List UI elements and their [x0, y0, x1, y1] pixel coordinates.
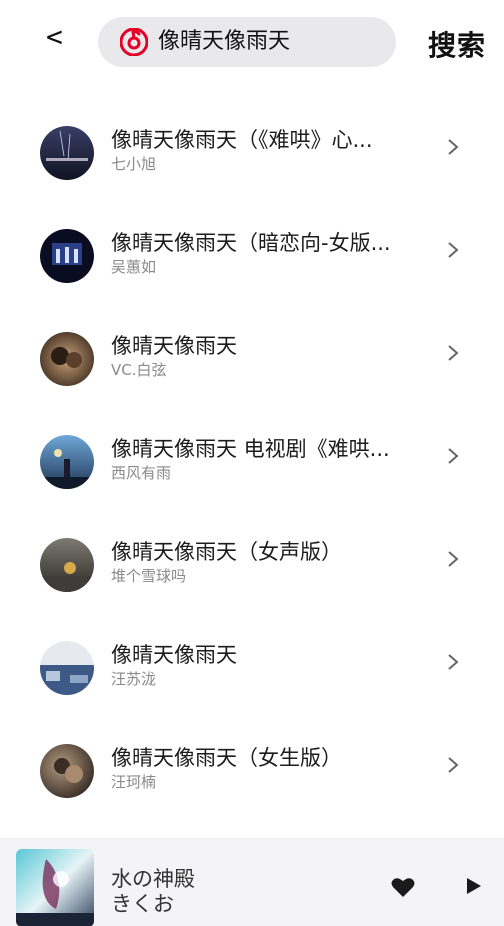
- search-button[interactable]: 搜索: [428, 24, 486, 64]
- album-cover: [40, 744, 94, 798]
- list-item[interactable]: 像晴天像雨天 汪苏泷: [0, 615, 504, 718]
- play-icon[interactable]: [462, 875, 484, 897]
- heart-icon[interactable]: [390, 875, 416, 899]
- song-title: 像晴天像雨天: [111, 334, 237, 358]
- song-artist: 吴蕙如: [111, 258, 157, 276]
- album-cover: [40, 641, 94, 695]
- album-cover: [40, 126, 94, 180]
- album-cover: [40, 332, 94, 386]
- search-input[interactable]: 像晴天像雨天: [98, 17, 396, 67]
- chevron-right-icon[interactable]: [444, 136, 462, 158]
- song-title: 像晴天像雨天（暗恋向-女版...: [111, 231, 391, 255]
- back-button[interactable]: <: [46, 20, 76, 54]
- song-title: 像晴天像雨天 电视剧《难哄...: [111, 437, 390, 461]
- list-item[interactable]: 像晴天像雨天 电视剧《难哄... 西风有雨: [0, 409, 504, 512]
- chevron-right-icon[interactable]: [444, 342, 462, 364]
- song-title: 像晴天像雨天（女声版）: [111, 540, 342, 564]
- search-value[interactable]: 像晴天像雨天: [158, 17, 290, 67]
- album-cover: [40, 435, 94, 489]
- song-artist: 七小旭: [111, 155, 157, 173]
- song-title: 像晴天像雨天: [111, 643, 237, 667]
- song-artist: 堆个雪球吗: [111, 567, 187, 585]
- album-cover: [40, 229, 94, 283]
- chevron-right-icon[interactable]: [444, 445, 462, 467]
- song-artist: 西风有雨: [111, 464, 172, 482]
- now-playing-artist: きくお: [111, 892, 174, 916]
- song-artist: 汪珂楠: [111, 773, 157, 791]
- song-title: 像晴天像雨天（《难哄》心...: [111, 128, 373, 152]
- chevron-right-icon[interactable]: [444, 548, 462, 570]
- list-item[interactable]: 像晴天像雨天（《难哄》心... 七小旭: [0, 100, 504, 203]
- song-title: 像晴天像雨天（女生版）: [111, 746, 342, 770]
- now-playing-cover[interactable]: [16, 849, 94, 926]
- netease-music-icon: [120, 28, 148, 56]
- list-item[interactable]: 像晴天像雨天（暗恋向-女版... 吴蕙如: [0, 203, 504, 306]
- song-artist: VC.白弦: [111, 361, 167, 379]
- list-item[interactable]: 像晴天像雨天 VC.白弦: [0, 306, 504, 409]
- top-bar: < 像晴天像雨天 搜索: [0, 0, 504, 80]
- chevron-right-icon[interactable]: [444, 651, 462, 673]
- song-artist: 汪苏泷: [111, 670, 157, 688]
- mini-player[interactable]: 水の神殿 きくお: [0, 838, 504, 926]
- list-item[interactable]: 像晴天像雨天（女声版） 堆个雪球吗: [0, 512, 504, 615]
- list-item[interactable]: 像晴天像雨天（女生版） 汪珂楠: [0, 718, 504, 821]
- chevron-right-icon[interactable]: [444, 239, 462, 261]
- album-cover: [40, 538, 94, 592]
- chevron-right-icon[interactable]: [444, 754, 462, 776]
